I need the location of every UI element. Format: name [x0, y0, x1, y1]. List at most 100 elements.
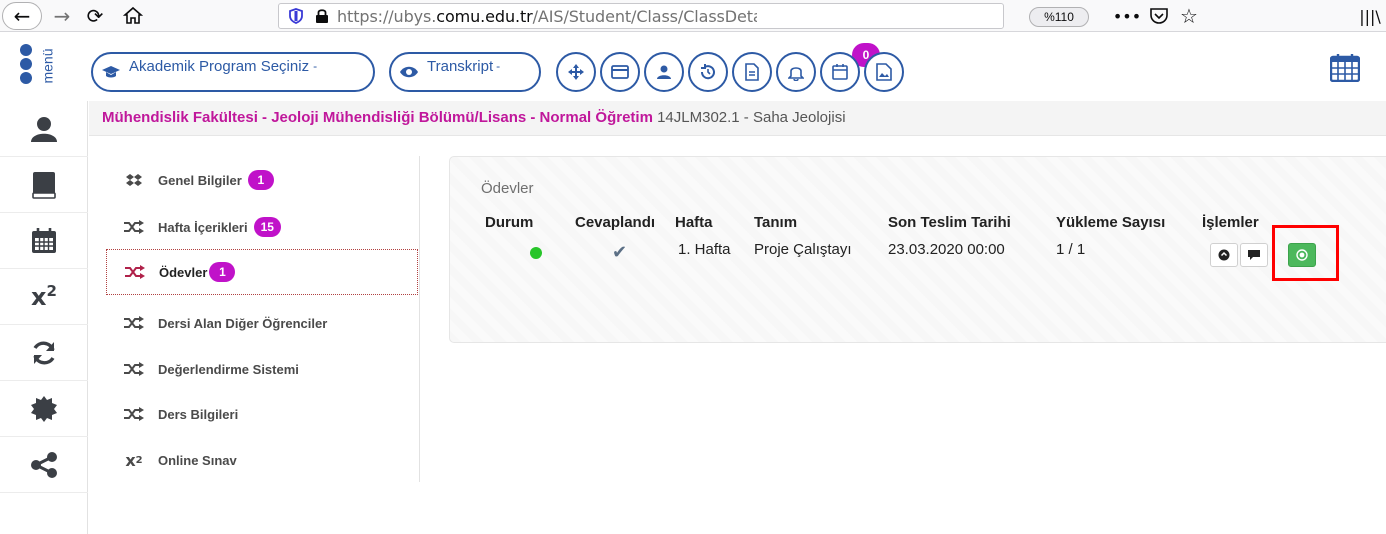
zoom-indicator[interactable]: %110	[1029, 7, 1089, 27]
upload-count-cell: 1 / 1	[1056, 241, 1086, 258]
superscript-icon: x2	[125, 450, 143, 470]
move-button[interactable]	[556, 52, 596, 92]
user-icon	[31, 116, 57, 142]
course-nav-item-hafta-icerikleri[interactable]: Hafta İçerikleri 15	[106, 204, 418, 250]
home-button[interactable]	[118, 2, 148, 30]
comment-button[interactable]	[1240, 243, 1268, 267]
course-nav-item-diger-ogrenciler[interactable]: Dersi Alan Diğer Öğrenciler	[106, 300, 418, 346]
back-button[interactable]: ←	[2, 2, 42, 30]
sidebar-profile-button[interactable]	[0, 101, 88, 157]
page-actions-icon[interactable]: •••	[1112, 2, 1142, 30]
course-nav-label: Online Sınav	[158, 452, 237, 468]
breadcrumb-course: 14JLM302.1 - Saha Jeolojisi	[657, 109, 846, 126]
url-text: https://ubys.comu.edu.tr/AIS/Student/Cla…	[337, 7, 757, 26]
course-nav-item-online-sinav[interactable]: x2 Online Sınav	[106, 437, 418, 483]
card-button[interactable]	[600, 52, 640, 92]
sidebar-settings-button[interactable]	[0, 381, 88, 437]
course-nav-item-ders-bilgileri[interactable]: Ders Bilgileri	[106, 391, 418, 437]
breadcrumb: Mühendislik Fakültesi - Jeoloji Mühendis…	[89, 101, 1386, 136]
column-header: Durum	[485, 214, 534, 231]
course-nav-label: Ders Bilgileri	[158, 406, 239, 422]
checkmark-icon: ✔	[612, 242, 628, 263]
library-icon[interactable]: |||\	[1355, 2, 1385, 30]
breadcrumb-department: Mühendislik Fakültesi - Jeoloji Mühendis…	[102, 109, 653, 126]
pocket-icon	[1150, 8, 1168, 24]
column-header: İşlemler	[1202, 214, 1259, 231]
history-button[interactable]	[688, 52, 728, 92]
shuffle-icon	[114, 316, 154, 330]
book-icon	[32, 171, 56, 199]
sidebar-calendar-button[interactable]	[0, 213, 88, 269]
sidebar-refresh-button[interactable]	[0, 325, 88, 381]
course-nav: Genel Bilgiler 1 Hafta İçerikleri 15 Öde…	[106, 156, 420, 482]
calendar-icon	[832, 64, 848, 80]
shuffle-icon	[114, 362, 154, 376]
column-header: Cevaplandı	[575, 214, 656, 231]
refresh-icon	[33, 341, 55, 364]
calendar-grid-button[interactable]	[1329, 54, 1361, 87]
course-nav-label: Hafta İçerikleri	[158, 219, 248, 235]
superscript-icon: x2	[31, 282, 57, 311]
sidebar-share-button[interactable]	[0, 437, 88, 493]
comment-icon	[1248, 250, 1260, 260]
url-host: comu.edu.tr	[436, 6, 533, 26]
move-arrows-icon	[568, 64, 584, 80]
calendar-icon	[32, 227, 56, 253]
shield-icon[interactable]	[289, 8, 303, 24]
pocket-button[interactable]	[1144, 2, 1174, 30]
graduation-cap-icon	[93, 64, 129, 80]
document-button[interactable]	[732, 52, 772, 92]
forward-button[interactable]: →	[50, 2, 74, 30]
document-icon	[745, 63, 759, 81]
url-path: /AIS/Student/Class/ClassDetail?classId=5…	[532, 6, 757, 26]
history-icon	[700, 64, 715, 80]
course-nav-item-degerlendirme[interactable]: Değerlendirme Sistemi	[106, 346, 418, 392]
transcript-label: Transkript	[427, 57, 494, 75]
highlight-box	[1272, 225, 1339, 281]
dropdown-caret-icon: -	[313, 59, 318, 73]
course-nav-label: Değerlendirme Sistemi	[158, 361, 299, 377]
address-bar[interactable]: https://ubys.comu.edu.tr/AIS/Student/Cla…	[278, 3, 1004, 29]
count-badge: 15	[253, 217, 281, 237]
column-header: Son Teslim Tarihi	[888, 214, 1011, 231]
url-prefix: https://ubys.	[337, 6, 437, 26]
program-select-button[interactable]: Akademik Program Seçiniz -	[91, 52, 375, 92]
shuffle-icon	[114, 220, 154, 234]
profile-button[interactable]	[644, 52, 684, 92]
dropdown-caret-icon: -	[496, 59, 501, 73]
sidebar-book-button[interactable]	[0, 157, 88, 213]
circle-arrow-icon	[1218, 249, 1230, 261]
calendar-grid-icon	[1329, 54, 1361, 83]
column-header: Yükleme Sayısı	[1056, 214, 1166, 231]
panel-title: Ödevler	[481, 180, 534, 197]
menu-label: menü	[40, 48, 56, 84]
program-select-label: Akademik Program Seçiniz	[129, 57, 310, 75]
left-icon-sidebar: x2	[0, 101, 88, 534]
lock-icon[interactable]	[315, 8, 329, 24]
transcript-button[interactable]: Transkript -	[389, 52, 541, 92]
image-button[interactable]	[864, 52, 904, 92]
menu-button[interactable]: menü	[0, 33, 88, 101]
course-nav-item-genel-bilgiler[interactable]: Genel Bilgiler 1	[106, 157, 418, 203]
calendar-button[interactable]	[820, 52, 860, 92]
view-button[interactable]	[1210, 243, 1238, 267]
credit-card-icon	[611, 65, 629, 79]
eye-icon	[391, 65, 427, 79]
bookmark-star-icon[interactable]: ☆	[1174, 2, 1204, 30]
home-icon	[123, 6, 143, 24]
count-badge: 1	[209, 262, 236, 282]
shuffle-icon	[114, 407, 154, 421]
share-icon	[31, 451, 57, 478]
sidebar-exam-button[interactable]: x2	[0, 269, 88, 325]
course-nav-label: Dersi Alan Diğer Öğrenciler	[158, 315, 328, 331]
reload-button[interactable]: ⟳	[80, 2, 110, 30]
status-indicator	[530, 247, 542, 259]
user-icon	[657, 65, 671, 79]
definition-cell: Proje Çalıştayı	[754, 241, 852, 258]
column-header: Tanım	[754, 214, 798, 231]
course-nav-label: Genel Bilgiler	[158, 172, 242, 188]
course-nav-item-odevler[interactable]: Ödevler 1	[106, 249, 418, 295]
notifications-button[interactable]	[776, 52, 816, 92]
dropbox-icon	[114, 173, 154, 187]
bell-icon	[788, 67, 804, 81]
